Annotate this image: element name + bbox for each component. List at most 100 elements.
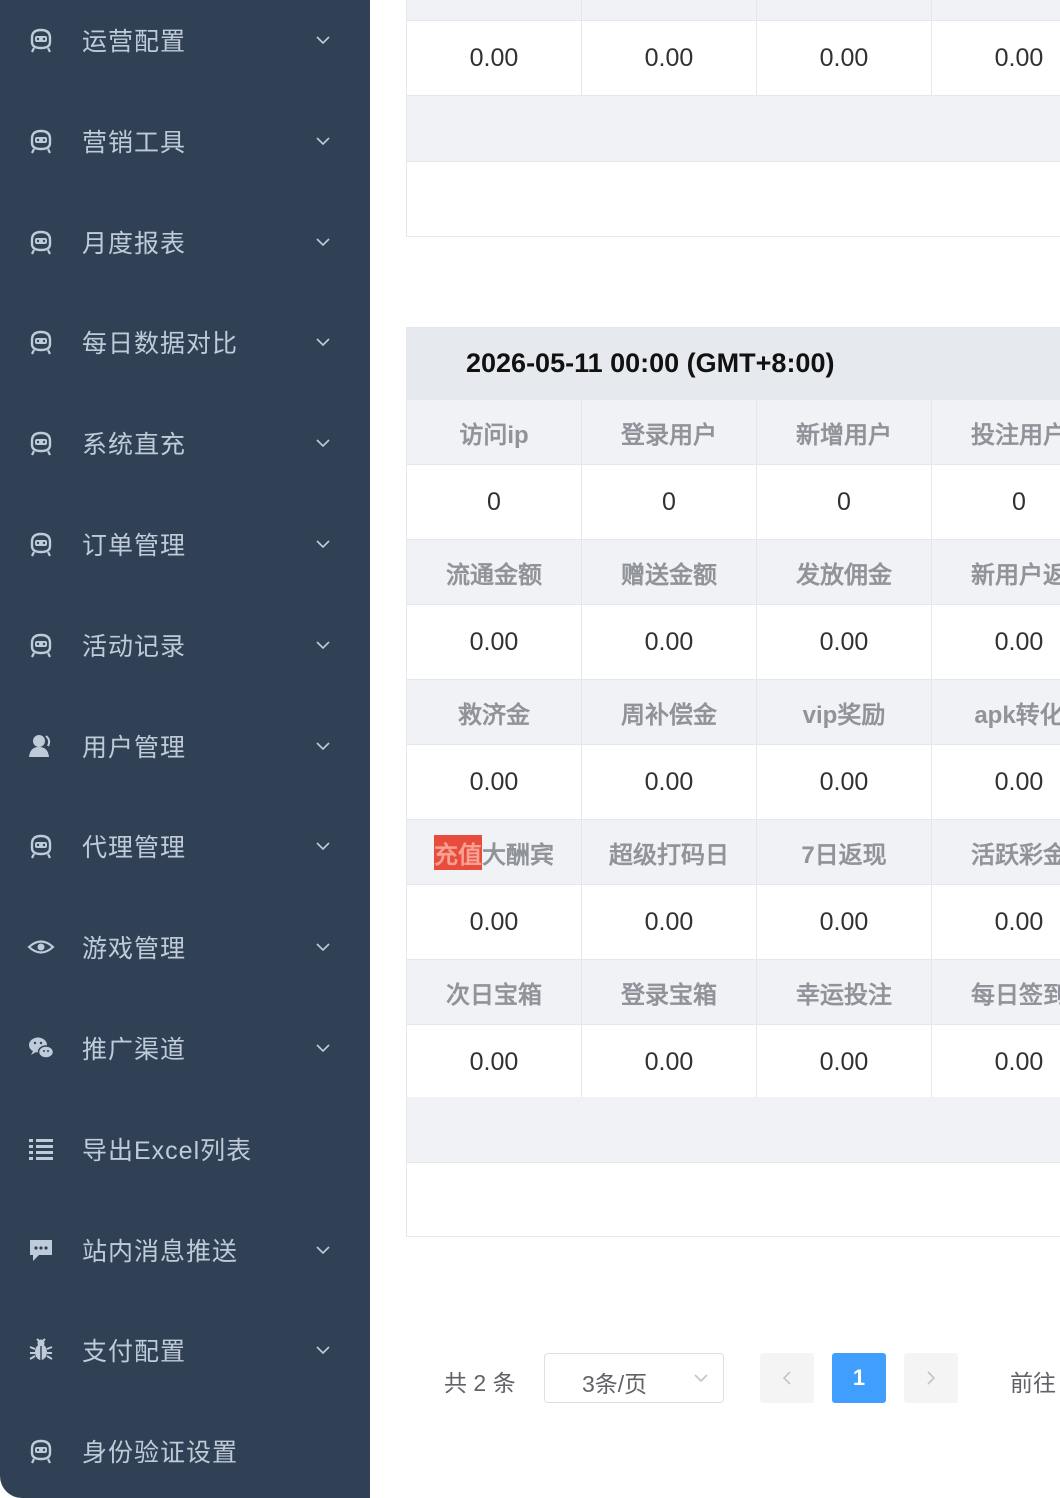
robot-icon	[26, 831, 56, 861]
chevron-down-icon	[314, 132, 332, 150]
wechat-icon	[26, 1033, 56, 1063]
table-header-cell: 赠送金额	[582, 540, 757, 605]
app-window: 运营配置营销工具月度报表每日数据对比系统直充订单管理活动记录用户管理代理管理游戏…	[0, 0, 1060, 1498]
stats-table-daily: 2026-05-11 00:00 (GMT+8:00) 访问ip 登录用户 新增用户…	[406, 327, 1060, 1237]
table-header-cell: 流通金额	[407, 540, 582, 605]
table-value-cell: 0.00	[407, 745, 582, 820]
sidebar-item-label: 导出Excel列表	[82, 1136, 253, 1165]
sidebar-item-label: 推广渠道	[82, 1036, 187, 1064]
sidebar-item-label: 月度报表	[82, 229, 187, 258]
chevron-down-icon	[314, 737, 332, 755]
chevron-down-icon	[314, 1341, 332, 1359]
table-header-cell: 每日签到	[932, 960, 1060, 1025]
table-value-cell: 0.00	[932, 605, 1060, 680]
sidebar-item[interactable]: 月度报表	[0, 192, 370, 292]
message-icon	[26, 1235, 56, 1265]
date-header: 2026-05-11 00:00 (GMT+8:00)	[407, 327, 1060, 400]
sidebar-item[interactable]: 每日数据对比	[0, 292, 370, 392]
table-value-cell: 0.00	[757, 745, 932, 820]
sidebar-item[interactable]: 运营配置	[0, 0, 370, 90]
table-header-cell: 周补偿金	[582, 680, 757, 745]
robot-icon	[26, 126, 56, 156]
sidebar-item[interactable]: 系统直充	[0, 393, 370, 493]
user-icon	[26, 731, 56, 761]
table-header-cell: vip奖励	[757, 680, 932, 745]
chevron-down-icon	[314, 333, 332, 351]
robot-icon	[26, 25, 56, 55]
table-header-cell: 访问ip	[407, 400, 582, 465]
sidebar-item[interactable]: 订单管理	[0, 494, 370, 594]
table-value-cell: 0.00	[757, 605, 932, 680]
robot-icon	[26, 428, 56, 458]
chevron-down-icon	[314, 535, 332, 553]
sidebar-item[interactable]: 游戏管理	[0, 897, 370, 997]
table-header-cell: apk转化	[932, 680, 1060, 745]
chevron-down-icon	[314, 636, 332, 654]
sidebar-item[interactable]: 活动记录	[0, 595, 370, 695]
chevron-down-icon	[314, 434, 332, 452]
sidebar-item[interactable]: 推广渠道	[0, 998, 370, 1098]
goto-label: 前往	[1010, 1370, 1056, 1396]
table-header-cell: 超级打码日	[582, 820, 757, 885]
table-header-cell: 新用户返	[932, 540, 1060, 605]
table-header-cell: 次日宝箱	[407, 960, 582, 1025]
sidebar-item[interactable]: 支付配置	[0, 1300, 370, 1400]
table-header-cell: 救济金	[407, 680, 582, 745]
sidebar-item[interactable]: 站内消息推送	[0, 1200, 370, 1300]
table-value-cell: 0.00	[407, 885, 582, 960]
robot-icon	[26, 1436, 56, 1466]
table-value-cell: 0.00	[407, 21, 582, 96]
chevron-down-icon	[314, 938, 332, 956]
table-value-cell: 0	[757, 465, 932, 540]
table-header-cell: 充值 大酬宾	[407, 820, 582, 885]
chevron-down-icon	[314, 1039, 332, 1057]
sidebar-item[interactable]: 导出Excel列表	[0, 1099, 370, 1199]
table-value-cell: 0.00	[582, 21, 757, 96]
prev-page-button[interactable]	[760, 1353, 814, 1403]
page-number-button[interactable]: 1	[832, 1353, 886, 1403]
table-header-cell: 幸运投注	[757, 960, 932, 1025]
table-header-cell	[407, 0, 582, 21]
sidebar-item-label: 用户管理	[82, 733, 187, 762]
table-footer-band	[407, 1097, 1060, 1163]
chevron-down-icon	[314, 31, 332, 49]
table-value-cell: 0.00	[932, 745, 1060, 820]
table-value-cell: 0.00	[757, 1025, 932, 1100]
sidebar-item[interactable]: 营销工具	[0, 91, 370, 191]
table-header-cell	[582, 0, 757, 21]
table-header-cell	[757, 0, 932, 21]
eye-icon	[26, 932, 56, 962]
list-icon	[26, 1134, 56, 1164]
sidebar-item[interactable]: 用户管理	[0, 696, 370, 796]
sidebar-item[interactable]: 身份验证设置	[0, 1401, 370, 1498]
sidebar-item-label: 运营配置	[82, 28, 187, 56]
bug-icon	[26, 1335, 56, 1365]
chevron-left-icon	[782, 1371, 791, 1385]
chevron-down-icon	[314, 837, 332, 855]
sidebar-item-label: 游戏管理	[82, 935, 187, 964]
robot-icon	[26, 327, 56, 357]
table-header-cell: 7日返现	[757, 820, 932, 885]
table-header-cell: 登录用户	[582, 400, 757, 465]
table-header-cell: 活跃彩金	[932, 820, 1060, 885]
page-size-select[interactable]: 3条/页	[544, 1353, 724, 1403]
next-page-button[interactable]	[904, 1353, 958, 1403]
sidebar-item-label: 系统直充	[82, 431, 187, 460]
chevron-right-icon	[927, 1371, 936, 1385]
main-content: 0.00 0.00 0.00 0.00 2026-05-11 00:00 (GM…	[370, 0, 1060, 1498]
sidebar: 运营配置营销工具月度报表每日数据对比系统直充订单管理活动记录用户管理代理管理游戏…	[0, 0, 370, 1498]
robot-icon	[26, 227, 56, 257]
sidebar-item-label: 代理管理	[82, 834, 187, 863]
table-footer-band	[407, 96, 1060, 162]
table-value-cell: 0	[932, 465, 1060, 540]
table-value-cell: 0.00	[932, 1025, 1060, 1100]
table-header-cell: 登录宝箱	[582, 960, 757, 1025]
sidebar-item-label: 营销工具	[82, 128, 187, 157]
sidebar-item[interactable]: 代理管理	[0, 796, 370, 896]
sidebar-item-label: 支付配置	[82, 1338, 187, 1367]
sidebar-item-label: 站内消息推送	[82, 1237, 239, 1266]
chevron-down-icon	[693, 1370, 709, 1386]
table-value-cell: 0.00	[582, 1025, 757, 1100]
sidebar-item-label: 活动记录	[82, 632, 187, 661]
table-header-cell: 投注用户	[932, 400, 1060, 465]
